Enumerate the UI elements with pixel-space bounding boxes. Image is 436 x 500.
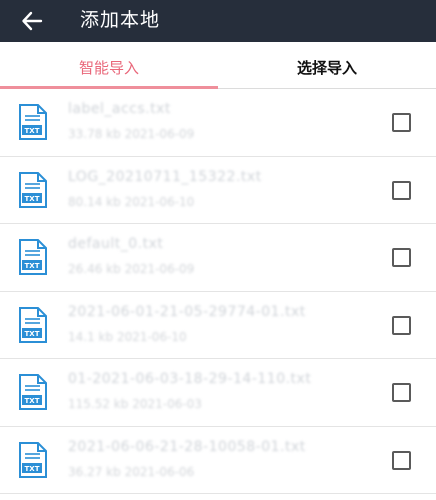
file-date: 2021-06-10 bbox=[116, 329, 187, 344]
arrow-left-icon bbox=[22, 11, 43, 31]
tab-bar: 智能导入 选择导入 bbox=[0, 42, 436, 89]
file-list-item[interactable]: TXT 2021-06-01-21-05-29774-01.txt 14.1 kb … bbox=[0, 292, 436, 359]
file-date: 2021-06-09 bbox=[124, 262, 195, 276]
file-size: 26.46 kb bbox=[68, 262, 121, 276]
svg-text:TXT: TXT bbox=[25, 330, 40, 338]
file-list-item[interactable]: TXT label_accs.txt 33.78 kb 2021-06-09 bbox=[0, 89, 436, 157]
file-list-item[interactable]: TXT LOG_20210711_15322.txt 80.14 kb 2021-0… bbox=[0, 157, 436, 224]
file-meta: 33.78 kb 2021-06-09 bbox=[68, 127, 194, 141]
file-list-item[interactable]: TXT default_0.txt 26.46 kb 2021-06-09 bbox=[0, 224, 436, 292]
file-meta: 26.46 kb 2021-06-09 bbox=[68, 262, 194, 276]
txt-file-icon: TXT bbox=[19, 306, 47, 343]
txt-file-icon: TXT bbox=[19, 239, 47, 275]
txt-file-icon: TXT bbox=[19, 441, 47, 478]
back-button[interactable] bbox=[14, 3, 50, 39]
file-name: 2021-06-06-21-28-10058-01.txt bbox=[68, 438, 306, 455]
page-title: 添加本地 bbox=[80, 9, 161, 31]
select-checkbox[interactable] bbox=[392, 180, 411, 200]
file-name: 2021-06-01-21-05-29774-01.txt bbox=[68, 303, 306, 320]
file-meta: 36.27 kb 2021-06-06 bbox=[68, 465, 194, 479]
svg-text:TXT: TXT bbox=[25, 262, 40, 270]
select-checkbox[interactable] bbox=[392, 383, 411, 402]
file-date: 2021-06-03 bbox=[132, 397, 202, 411]
file-meta: 14.1 kb 2021-06-10 bbox=[68, 330, 187, 344]
select-checkbox[interactable] bbox=[392, 113, 411, 132]
file-name: label_accs.txt bbox=[68, 101, 171, 117]
file-list-item[interactable]: TXT 01-2021-06-03-18-29-14-110.txt 115.52 … bbox=[0, 359, 436, 427]
file-name: 01-2021-06-03-18-29-14-110.txt bbox=[68, 371, 312, 387]
select-checkbox[interactable] bbox=[392, 315, 411, 335]
txt-file-icon: TXT bbox=[19, 374, 47, 410]
svg-text:TXT: TXT bbox=[25, 127, 40, 135]
file-size: 36.27 kb bbox=[68, 464, 121, 479]
file-size: 115.52 kb bbox=[68, 397, 129, 411]
file-size: 14.1 kb bbox=[68, 329, 114, 344]
svg-text:TXT: TXT bbox=[25, 397, 40, 405]
txt-file-icon: TXT bbox=[19, 104, 47, 140]
tab-smart-import[interactable]: 智能导入 bbox=[0, 42, 218, 88]
file-date: 2021-06-06 bbox=[124, 464, 195, 479]
file-list-item[interactable]: TXT 2021-06-06-21-28-10058-01.txt 36.27 kb… bbox=[0, 427, 436, 494]
file-meta: 115.52 kb 2021-06-03 bbox=[68, 397, 202, 411]
select-checkbox[interactable] bbox=[392, 248, 411, 267]
file-name: default_0.txt bbox=[68, 236, 164, 252]
svg-text:TXT: TXT bbox=[25, 465, 40, 473]
svg-text:TXT: TXT bbox=[25, 195, 40, 203]
file-date: 2021-06-09 bbox=[124, 127, 195, 141]
file-name: LOG_20210711_15322.txt bbox=[68, 168, 262, 185]
file-size: 33.78 kb bbox=[68, 127, 121, 141]
file-meta: 80.14 kb 2021-06-10 bbox=[68, 195, 194, 209]
app-bar: 添加本地 bbox=[0, 0, 436, 42]
tab-select-import[interactable]: 选择导入 bbox=[218, 42, 436, 88]
file-size: 80.14 kb bbox=[68, 194, 121, 209]
file-list: TXT label_accs.txt 33.78 kb 2021-06-09 TXT L… bbox=[0, 89, 436, 494]
file-date: 2021-06-10 bbox=[124, 194, 195, 209]
select-checkbox[interactable] bbox=[392, 450, 411, 470]
txt-file-icon: TXT bbox=[19, 171, 47, 208]
